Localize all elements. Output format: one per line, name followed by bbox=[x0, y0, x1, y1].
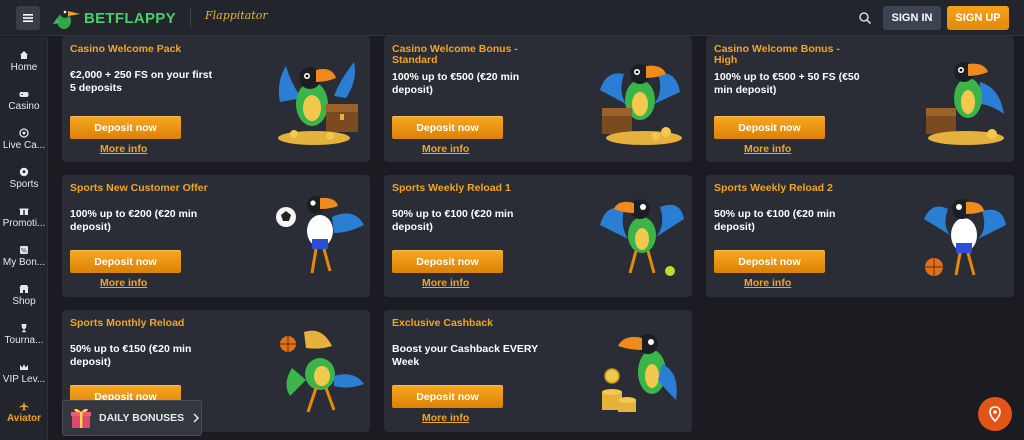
plane-icon bbox=[19, 401, 29, 411]
sidebar-item-sports[interactable]: Sports bbox=[0, 167, 48, 203]
sidebar-item-casino[interactable]: Casino bbox=[0, 89, 48, 125]
offer-card-sports-weekly-reload-1: Sports Weekly Reload 1 50% up to €100 (€… bbox=[384, 175, 692, 297]
sidebar-item-label: Promoti... bbox=[2, 218, 46, 229]
toucan-treasure-illustration bbox=[926, 62, 1004, 145]
sidebar-item-label: VIP Lev... bbox=[2, 374, 46, 385]
partner-logo[interactable]: Flappitator bbox=[205, 9, 268, 22]
sidebar-item-label: Live Ca... bbox=[2, 140, 46, 151]
offer-description: 100% up to €500 (€20 min deposit) bbox=[392, 71, 520, 96]
hamburger-icon bbox=[23, 14, 33, 22]
search-icon[interactable] bbox=[858, 11, 872, 25]
offer-card-sports-weekly-reload-2: Sports Weekly Reload 2 50% up to €100 (€… bbox=[706, 175, 1014, 297]
svg-text:%: % bbox=[21, 247, 27, 255]
sidebar-item-home[interactable]: Home bbox=[0, 50, 48, 86]
sign-in-button[interactable]: SIGN IN bbox=[883, 6, 941, 30]
offer-card-casino-welcome-high: Casino Welcome Bonus - High 100% up to €… bbox=[706, 36, 1014, 162]
offer-description: 50% up to €150 (€20 min deposit) bbox=[70, 343, 192, 368]
more-info-link[interactable]: More info bbox=[422, 277, 469, 289]
live-chat-button[interactable] bbox=[978, 397, 1012, 431]
offer-title: Sports Weekly Reload 1 bbox=[392, 182, 511, 194]
more-info-link[interactable]: More info bbox=[100, 277, 147, 289]
sidebar-item-shop[interactable]: Shop bbox=[0, 284, 48, 320]
crown-icon bbox=[20, 364, 28, 370]
sidebar-item-label: Aviator bbox=[6, 413, 42, 424]
daily-bonuses-label: DAILY BONUSES bbox=[99, 412, 185, 424]
offer-description: 50% up to €100 (€20 min deposit) bbox=[714, 208, 836, 233]
offer-title: Casino Welcome Bonus - Standard bbox=[392, 43, 518, 66]
gift-icon bbox=[19, 208, 29, 215]
offer-card-casino-welcome-pack: Casino Welcome Pack €2,000 + 250 FS on y… bbox=[62, 36, 370, 162]
deposit-now-button[interactable]: Deposit now bbox=[392, 385, 503, 408]
sidebar-item-label: My Bon... bbox=[2, 257, 46, 268]
offer-title: Casino Welcome Bonus - High bbox=[714, 43, 840, 66]
sidebar-item-tournaments[interactable]: Tourna... bbox=[0, 323, 48, 359]
offer-card-sports-new-customer: Sports New Customer Offer 100% up to €20… bbox=[62, 175, 370, 297]
sidebar-item-label: Home bbox=[10, 62, 38, 73]
toucan-football-illustration bbox=[276, 196, 364, 274]
deposit-now-button[interactable]: Deposit now bbox=[70, 116, 181, 139]
toucan-treasure-illustration bbox=[278, 62, 358, 145]
ball-icon bbox=[19, 167, 29, 177]
more-info-link[interactable]: More info bbox=[422, 412, 469, 424]
more-info-link[interactable]: More info bbox=[422, 143, 469, 155]
offer-card-exclusive-cashback: Exclusive Cashback Boost your Cashback E… bbox=[384, 310, 692, 432]
toucan-basketball-illustration bbox=[924, 199, 1006, 276]
toucan-tennis-illustration bbox=[600, 199, 684, 276]
sidebar-item-live-casino[interactable]: Live Ca... bbox=[0, 128, 48, 164]
sidebar: Home Casino Live Ca... Sports Promoti...… bbox=[0, 37, 48, 440]
gamepad-icon bbox=[19, 92, 29, 97]
home-icon bbox=[20, 51, 28, 59]
sidebar-item-label: Tourna... bbox=[4, 335, 44, 346]
shop-icon bbox=[19, 285, 29, 293]
bonus-icon: % bbox=[20, 246, 28, 255]
offer-title: Sports New Customer Offer bbox=[70, 182, 208, 194]
sidebar-item-aviator[interactable]: Aviator bbox=[0, 401, 48, 437]
sidebar-item-label: Shop bbox=[12, 296, 36, 307]
toucan-coins-illustration bbox=[602, 334, 677, 412]
offer-description: Boost your Cashback EVERY Week bbox=[392, 343, 538, 368]
more-info-link[interactable]: More info bbox=[100, 143, 147, 155]
toucan-treasure-illustration bbox=[600, 64, 682, 145]
deposit-now-button[interactable]: Deposit now bbox=[392, 116, 503, 139]
toucan-basketball-illustration bbox=[280, 330, 364, 413]
offer-title: Sports Monthly Reload bbox=[70, 317, 185, 329]
top-bar: BETFLAPPY Flappitator SIGN IN SIGN UP bbox=[0, 0, 1024, 36]
offer-description: 100% up to €500 + 50 FS (€50 min deposit… bbox=[714, 71, 860, 96]
brand-logo[interactable]: BETFLAPPY bbox=[52, 4, 176, 32]
location-chat-icon bbox=[989, 406, 1001, 422]
offer-title: Sports Weekly Reload 2 bbox=[714, 182, 833, 194]
sign-up-button[interactable]: SIGN UP bbox=[947, 6, 1009, 30]
sidebar-item-label: Casino bbox=[8, 101, 40, 112]
sidebar-item-my-bonuses[interactable]: % My Bon... bbox=[0, 245, 48, 281]
deposit-now-button[interactable]: Deposit now bbox=[714, 116, 825, 139]
deposit-now-button[interactable]: Deposit now bbox=[70, 250, 181, 273]
toucan-logo-icon bbox=[53, 8, 80, 29]
live-icon bbox=[19, 128, 29, 138]
gift-box-icon bbox=[71, 408, 91, 428]
trophy-icon bbox=[21, 324, 27, 333]
offer-title: Exclusive Cashback bbox=[392, 317, 493, 329]
sidebar-item-label: Sports bbox=[9, 179, 39, 190]
header-divider bbox=[190, 8, 191, 28]
sidebar-item-vip-levels[interactable]: VIP Lev... bbox=[0, 362, 48, 398]
daily-bonuses-button[interactable]: DAILY BONUSES bbox=[62, 400, 202, 436]
deposit-now-button[interactable]: Deposit now bbox=[714, 250, 825, 273]
offer-title: Casino Welcome Pack bbox=[70, 43, 182, 55]
offer-description: 100% up to €200 (€20 min deposit) bbox=[70, 208, 198, 233]
offer-card-casino-welcome-standard: Casino Welcome Bonus - Standard 100% up … bbox=[384, 36, 692, 162]
offer-description: €2,000 + 250 FS on your first 5 deposits bbox=[70, 69, 213, 94]
sidebar-item-promotions[interactable]: Promoti... bbox=[0, 206, 48, 242]
chevron-right-icon bbox=[193, 413, 200, 423]
more-info-link[interactable]: More info bbox=[744, 277, 791, 289]
offer-description: 50% up to €100 (€20 min deposit) bbox=[392, 208, 514, 233]
more-info-link[interactable]: More info bbox=[744, 143, 791, 155]
brand-name: BETFLAPPY bbox=[84, 9, 176, 27]
deposit-now-button[interactable]: Deposit now bbox=[392, 250, 503, 273]
hamburger-menu-button[interactable] bbox=[16, 6, 40, 30]
